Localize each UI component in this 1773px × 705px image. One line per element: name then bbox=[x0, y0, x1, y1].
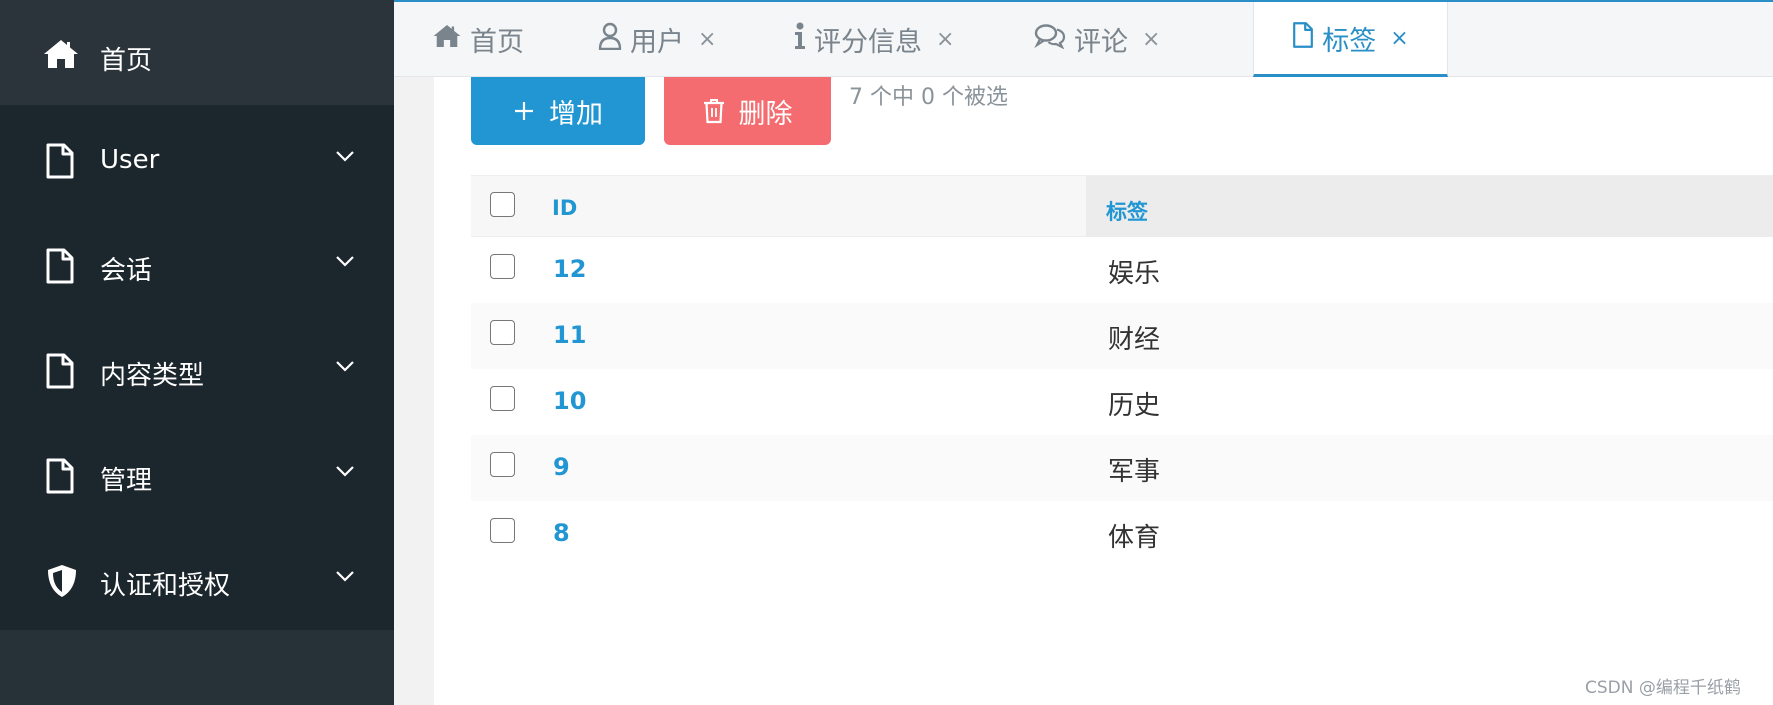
selection-count: 7 个中 0 个被选 bbox=[849, 85, 1008, 110]
tab-label: 评论 bbox=[1074, 27, 1128, 58]
sidebar-item-content-types[interactable]: 内容类型 bbox=[0, 315, 394, 420]
tab-tags[interactable]: 标签 × bbox=[1253, 2, 1448, 77]
table-row: 11 财经 bbox=[471, 303, 1773, 369]
file-icon bbox=[45, 143, 75, 179]
close-icon[interactable]: × bbox=[936, 27, 954, 52]
chevron-down-icon bbox=[335, 253, 355, 267]
comments-icon bbox=[1034, 23, 1066, 56]
tab-label: 评分信息 bbox=[814, 27, 922, 58]
table-row: 9 军事 bbox=[471, 435, 1773, 501]
close-icon[interactable]: × bbox=[1142, 27, 1160, 52]
chevron-down-icon bbox=[335, 568, 355, 582]
row-id-link[interactable]: 11 bbox=[553, 321, 586, 349]
sidebar-item-admin[interactable]: 管理 bbox=[0, 420, 394, 525]
row-checkbox[interactable] bbox=[490, 320, 515, 345]
trash-icon bbox=[703, 98, 725, 124]
user-icon bbox=[598, 22, 622, 57]
row-tag: 娱乐 bbox=[1108, 259, 1161, 289]
sidebar-item-label: User bbox=[100, 145, 160, 175]
select-all-checkbox[interactable] bbox=[490, 192, 515, 217]
chevron-down-icon bbox=[335, 463, 355, 477]
tab-label: 标签 bbox=[1322, 25, 1377, 57]
sidebar-item-label: 内容类型 bbox=[100, 361, 205, 391]
tab-label: 用户 bbox=[630, 27, 684, 58]
row-checkbox[interactable] bbox=[490, 386, 515, 411]
file-icon bbox=[45, 353, 75, 389]
home-icon bbox=[432, 23, 462, 56]
file-icon bbox=[45, 248, 75, 284]
close-icon[interactable]: × bbox=[698, 27, 716, 52]
sidebar-item-label: 会话 bbox=[100, 256, 153, 286]
app-root: 首页 User 会话 内容类型 管理 认证和授权 首页 用户 × 评分信息 × … bbox=[0, 0, 1773, 705]
add-button[interactable]: 增加 bbox=[471, 77, 645, 145]
row-tag: 军事 bbox=[1108, 457, 1161, 487]
delete-button[interactable]: 删除 bbox=[664, 77, 831, 145]
plus-icon bbox=[513, 100, 535, 122]
table-row: 8 体育 bbox=[471, 501, 1773, 567]
sidebar-item-session[interactable]: 会话 bbox=[0, 210, 394, 315]
tab-bar: 首页 用户 × 评分信息 × 评论 × 标签 × bbox=[394, 0, 1773, 77]
row-checkbox[interactable] bbox=[490, 518, 515, 543]
chevron-down-icon bbox=[335, 358, 355, 372]
file-icon bbox=[45, 458, 75, 494]
home-icon bbox=[42, 38, 80, 70]
tab-comments[interactable]: 评论 × bbox=[1034, 2, 1160, 77]
row-checkbox[interactable] bbox=[490, 254, 515, 279]
add-button-label: 增加 bbox=[549, 98, 603, 130]
shield-icon bbox=[45, 563, 76, 599]
sidebar-item-label: 认证和授权 bbox=[100, 571, 231, 601]
sorted-column-highlight bbox=[1086, 176, 1773, 237]
row-tag: 体育 bbox=[1108, 523, 1161, 553]
tab-users[interactable]: 用户 × bbox=[598, 2, 716, 77]
tab-label: 首页 bbox=[470, 27, 524, 58]
column-header-id[interactable]: ID bbox=[552, 196, 577, 220]
column-header-tag[interactable]: 标签 bbox=[1106, 196, 1148, 226]
sidebar-item-user[interactable]: User bbox=[0, 105, 394, 210]
sidebar-item-label: 管理 bbox=[100, 466, 153, 496]
sidebar: 首页 User 会话 内容类型 管理 认证和授权 bbox=[0, 0, 394, 705]
tab-ratings[interactable]: 评分信息 × bbox=[794, 2, 954, 77]
delete-button-label: 删除 bbox=[738, 98, 793, 130]
row-id-link[interactable]: 10 bbox=[553, 387, 586, 415]
info-icon bbox=[794, 22, 806, 57]
row-id-link[interactable]: 9 bbox=[553, 453, 570, 481]
tab-home[interactable]: 首页 bbox=[432, 2, 524, 77]
row-id-link[interactable]: 12 bbox=[553, 255, 586, 283]
row-id-link[interactable]: 8 bbox=[553, 519, 570, 547]
watermark: CSDN @编程千纸鹤 bbox=[1585, 678, 1741, 698]
sidebar-item-auth[interactable]: 认证和授权 bbox=[0, 525, 394, 630]
sidebar-menu: User 会话 内容类型 管理 认证和授权 bbox=[0, 105, 394, 630]
main-content: 增加 删除 7 个中 0 个被选 ID 标签 12 娱乐 11 财经 10 历史… bbox=[434, 77, 1773, 705]
table-row: 10 历史 bbox=[471, 369, 1773, 435]
close-icon[interactable]: × bbox=[1390, 26, 1408, 51]
chevron-down-icon bbox=[335, 148, 355, 162]
row-tag: 历史 bbox=[1108, 391, 1161, 421]
row-tag: 财经 bbox=[1108, 325, 1161, 355]
row-checkbox[interactable] bbox=[490, 452, 515, 477]
table-header: ID 标签 bbox=[471, 175, 1773, 237]
sidebar-item-label: 首页 bbox=[100, 46, 153, 76]
tags-table: ID 标签 12 娱乐 11 财经 10 历史 9 军事 8 体育 bbox=[471, 175, 1773, 567]
file-icon bbox=[1292, 21, 1314, 56]
table-row: 12 娱乐 bbox=[471, 237, 1773, 303]
sidebar-item-home[interactable]: 首页 bbox=[0, 0, 394, 105]
